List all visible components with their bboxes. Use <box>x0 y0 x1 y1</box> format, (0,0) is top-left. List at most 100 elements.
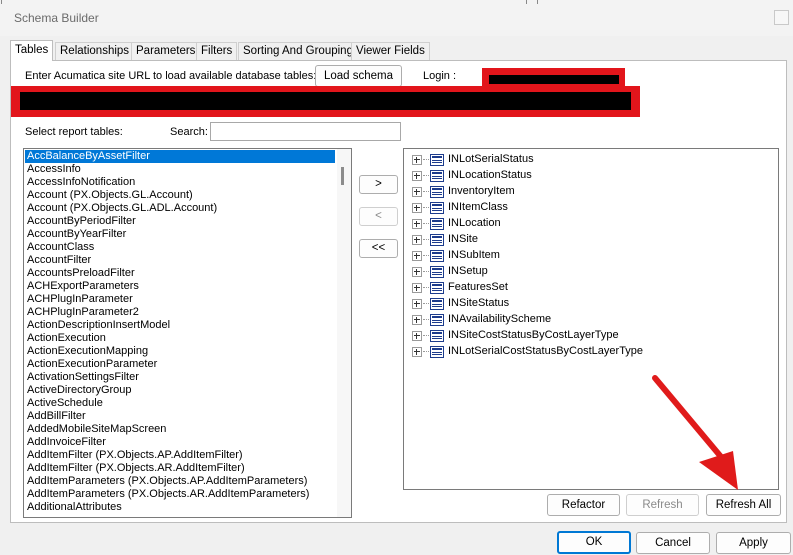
table-list-item[interactable]: AddInvoiceFilter <box>25 436 335 449</box>
tree-connector <box>423 255 429 256</box>
background-edge <box>1 0 2 4</box>
tree-connector <box>423 351 429 352</box>
table-list-item[interactable]: AdditionalAttributes <box>25 501 335 514</box>
table-list-item[interactable]: AddBillFilter <box>25 410 335 423</box>
tab-parameters[interactable]: Parameters <box>131 42 201 60</box>
table-icon <box>430 250 444 262</box>
table-list-item[interactable]: ActionDescriptionInsertModel <box>25 319 335 332</box>
table-list-item[interactable]: AddItemParameters (PX.Objects.AP.AddItem… <box>25 475 335 488</box>
tree-connector <box>423 159 429 160</box>
table-icon <box>430 330 444 342</box>
add-table-button[interactable]: > <box>359 175 398 194</box>
tree-connector <box>423 207 429 208</box>
tree-node-label: INLotSerialCostStatusByCostLayerType <box>448 345 644 357</box>
table-list-item[interactable]: AddedMobileSiteMapScreen <box>25 423 335 436</box>
expand-icon[interactable] <box>412 187 422 197</box>
table-icon <box>430 186 444 198</box>
table-list-item[interactable]: ActionExecutionMapping <box>25 345 335 358</box>
expand-icon[interactable] <box>412 219 422 229</box>
window-title: Schema Builder <box>14 11 99 25</box>
tree-node-label: INItemClass <box>448 201 508 213</box>
table-list-item[interactable]: Account (PX.Objects.GL.ADL.Account) <box>25 202 335 215</box>
refresh-button[interactable]: Refresh <box>626 494 699 516</box>
expand-icon[interactable] <box>412 251 422 261</box>
close-button[interactable] <box>774 10 789 25</box>
table-icon <box>430 234 444 246</box>
tree-connector <box>423 239 429 240</box>
table-list-item[interactable]: ActionExecution <box>25 332 335 345</box>
table-list-item[interactable]: ACHExportParameters <box>25 280 335 293</box>
search-label: Search: <box>170 126 208 138</box>
selected-tables-tree[interactable]: INLotSerialStatus INLocationStatus Invento… <box>403 148 779 490</box>
table-list-item[interactable]: AccountFilter <box>25 254 335 267</box>
tree-node-label: INLocation <box>448 217 501 229</box>
table-icon <box>430 218 444 230</box>
tab-tables[interactable]: Tables <box>10 40 54 61</box>
table-list-item[interactable]: AccessInfo <box>25 163 335 176</box>
expand-icon[interactable] <box>412 171 422 181</box>
expand-icon[interactable] <box>412 299 422 309</box>
tab-relationships[interactable]: Relationships <box>55 42 135 60</box>
expand-icon[interactable] <box>412 347 422 357</box>
expand-icon[interactable] <box>412 203 422 213</box>
tree-node-label: INSetup <box>448 265 488 277</box>
table-list-item[interactable]: AccountByPeriodFilter <box>25 215 335 228</box>
available-tables-items: AccBalanceByAssetFilter AccessInfo AccessI… <box>25 150 335 514</box>
table-icon <box>430 170 444 182</box>
available-tables-list[interactable]: AccBalanceByAssetFilter AccessInfo AccessI… <box>23 148 352 518</box>
table-list-item[interactable]: ActiveDirectoryGroup <box>25 384 335 397</box>
tree-connector <box>423 191 429 192</box>
table-list-item[interactable]: ACHPlugInParameter2 <box>25 306 335 319</box>
table-list-item[interactable]: ActionExecutionParameter <box>25 358 335 371</box>
tree-node-label: INSiteCostStatusByCostLayerType <box>448 329 619 341</box>
table-list-item[interactable]: AccountsPreloadFilter <box>25 267 335 280</box>
expand-icon[interactable] <box>412 331 422 341</box>
tree-connector <box>423 175 429 176</box>
ok-button[interactable]: OK <box>557 531 631 554</box>
table-list-item[interactable]: AddItemFilter (PX.Objects.AR.AddItemFilt… <box>25 462 335 475</box>
table-list-item[interactable]: Account (PX.Objects.GL.Account) <box>25 189 335 202</box>
table-icon <box>430 282 444 294</box>
table-list-item[interactable]: AccBalanceByAssetFilter <box>25 150 335 163</box>
table-list-item[interactable]: AccessInfoNotification <box>25 176 335 189</box>
tree-node-label: INLotSerialStatus <box>448 153 534 165</box>
expand-icon[interactable] <box>412 235 422 245</box>
expand-icon[interactable] <box>412 315 422 325</box>
load-schema-button[interactable]: Load schema <box>315 65 402 87</box>
cancel-button[interactable]: Cancel <box>636 532 710 554</box>
search-input[interactable] <box>210 122 401 141</box>
expand-icon[interactable] <box>412 267 422 277</box>
remove-all-tables-button[interactable]: << <box>359 239 398 258</box>
refactor-button[interactable]: Refactor <box>547 494 620 516</box>
tree-connector <box>423 335 429 336</box>
apply-button[interactable]: Apply <box>716 532 791 554</box>
tab-filters[interactable]: Filters <box>196 42 238 60</box>
tab-sorting-and-grouping[interactable]: Sorting And Grouping <box>238 42 358 60</box>
tree-node-label: FeaturesSet <box>448 281 508 293</box>
table-list-item[interactable]: ActiveSchedule <box>25 397 335 410</box>
tree-node-label: INLocationStatus <box>448 169 532 181</box>
table-icon <box>430 298 444 310</box>
table-list-item[interactable]: AccountClass <box>25 241 335 254</box>
table-list-item[interactable]: AccountByYearFilter <box>25 228 335 241</box>
list-scrollbar[interactable] <box>337 149 351 517</box>
expand-icon[interactable] <box>412 283 422 293</box>
login-label: Login : <box>423 70 457 82</box>
tree-connector <box>423 271 429 272</box>
tree-node-label: INSiteStatus <box>448 297 510 309</box>
table-list-item[interactable]: AddItemFilter (PX.Objects.AP.AddItemFilt… <box>25 449 335 462</box>
tree-node-label: INAvailabilityScheme <box>448 313 552 325</box>
tab-viewer-fields[interactable]: Viewer Fields <box>351 42 430 60</box>
tree-connector <box>423 319 429 320</box>
table-list-item[interactable]: ACHPlugInParameter <box>25 293 335 306</box>
table-list-item[interactable]: ActivationSettingsFilter <box>25 371 335 384</box>
table-icon <box>430 314 444 326</box>
tree-connector <box>423 287 429 288</box>
login-field-redacted[interactable] <box>489 75 619 84</box>
refresh-all-button[interactable]: Refresh All <box>706 494 781 516</box>
scrollbar-thumb[interactable] <box>341 167 344 185</box>
expand-icon[interactable] <box>412 155 422 165</box>
table-list-item[interactable]: AddItemParameters (PX.Objects.AR.AddItem… <box>25 488 335 501</box>
remove-table-button[interactable]: < <box>359 207 398 226</box>
site-url-field-redacted[interactable] <box>20 92 631 110</box>
